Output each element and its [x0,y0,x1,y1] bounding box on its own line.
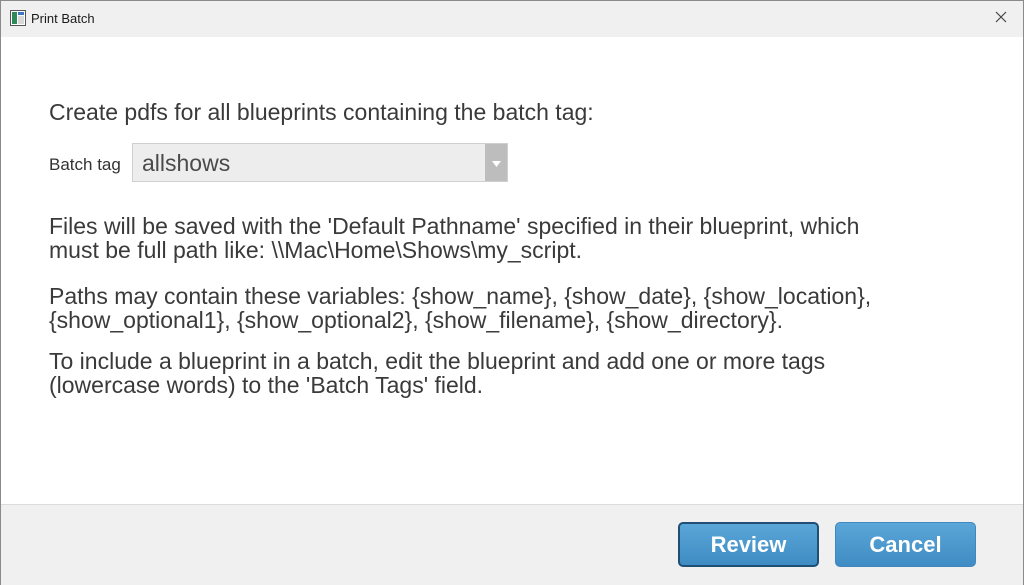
title-bar: Print Batch [1,1,1023,37]
info-line: Files will be saved with the 'Default Pa… [49,213,860,239]
chevron-down-icon [491,154,501,172]
close-button[interactable] [985,4,1017,34]
info-line: must be full path like: \\Mac\Home\Shows… [49,237,583,263]
batch-tag-value: allshows [142,150,231,176]
info-line: (lowercase words) to the 'Batch Tags' fi… [49,372,484,398]
info-line: To include a blueprint in a batch, edit … [49,348,826,374]
save-path-info: Files will be saved with the 'Default Pa… [49,214,989,262]
dialog-body: Create pdfs for all blueprints containin… [1,37,1023,504]
app-window-icon [10,10,26,26]
dropdown-arrow-button[interactable] [485,144,507,181]
info-line: {show_optional1}, {show_optional2}, {sho… [49,307,783,333]
intro-text: Create pdfs for all blueprints containin… [49,99,594,125]
path-variables-info: Paths may contain these variables: {show… [49,284,989,332]
batch-tag-select[interactable]: allshows [132,143,508,182]
cancel-button[interactable]: Cancel [835,522,976,567]
button-bar: Review Cancel [1,504,1023,585]
review-button[interactable]: Review [678,522,819,567]
window-title: Print Batch [31,11,95,26]
print-batch-dialog: Print Batch Create pdfs for all blueprin… [0,0,1024,585]
batch-tags-info: To include a blueprint in a batch, edit … [49,349,989,397]
close-icon [995,10,1007,28]
batch-tag-label: Batch tag [49,155,121,174]
info-line: Paths may contain these variables: {show… [49,283,872,309]
